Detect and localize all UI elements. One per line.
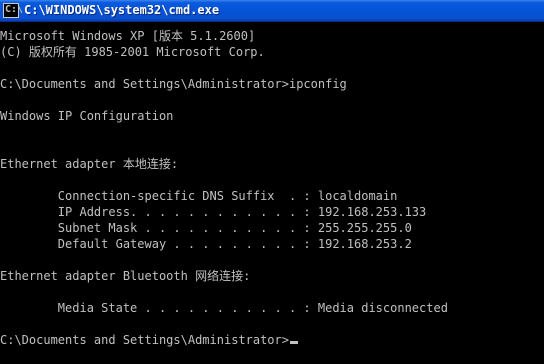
console-line: IP Address. . . . . . . . . . . . : 192.… bbox=[0, 205, 427, 219]
command-prompt: C:\Documents and Settings\Administrator> bbox=[0, 333, 289, 347]
console-line: Ethernet adapter 本地连接: bbox=[0, 157, 179, 171]
command-prompt-line[interactable]: C:\Documents and Settings\Administrator> bbox=[0, 332, 298, 348]
console-line: Microsoft Windows XP [版本 5.1.2600] bbox=[0, 29, 256, 43]
window-title: C:\WINDOWS\system32\cmd.exe bbox=[24, 3, 220, 17]
console-line: Connection-specific DNS Suffix . : local… bbox=[0, 189, 398, 203]
cmd-window: C:\ C:\WINDOWS\system32\cmd.exe Microsof… bbox=[0, 0, 544, 364]
console-line: Subnet Mask . . . . . . . . . . . : 255.… bbox=[0, 221, 412, 235]
cmd-icon[interactable]: C:\ bbox=[3, 3, 23, 18]
title-bar[interactable]: C:\ C:\WINDOWS\system32\cmd.exe bbox=[0, 0, 544, 22]
console-line: Ethernet adapter Bluetooth 网络连接: bbox=[0, 269, 251, 283]
text-cursor bbox=[289, 341, 298, 344]
console-line: Media State . . . . . . . . . . . : Medi… bbox=[0, 301, 448, 315]
console-line: C:\Documents and Settings\Administrator>… bbox=[0, 77, 347, 91]
console-line: Default Gateway . . . . . . . . . : 192.… bbox=[0, 237, 412, 251]
console-output[interactable]: Microsoft Windows XP [版本 5.1.2600] (C) 版… bbox=[0, 25, 544, 364]
console-line: (C) 版权所有 1985-2001 Microsoft Corp. bbox=[0, 45, 265, 59]
console-line: Windows IP Configuration bbox=[0, 109, 174, 123]
